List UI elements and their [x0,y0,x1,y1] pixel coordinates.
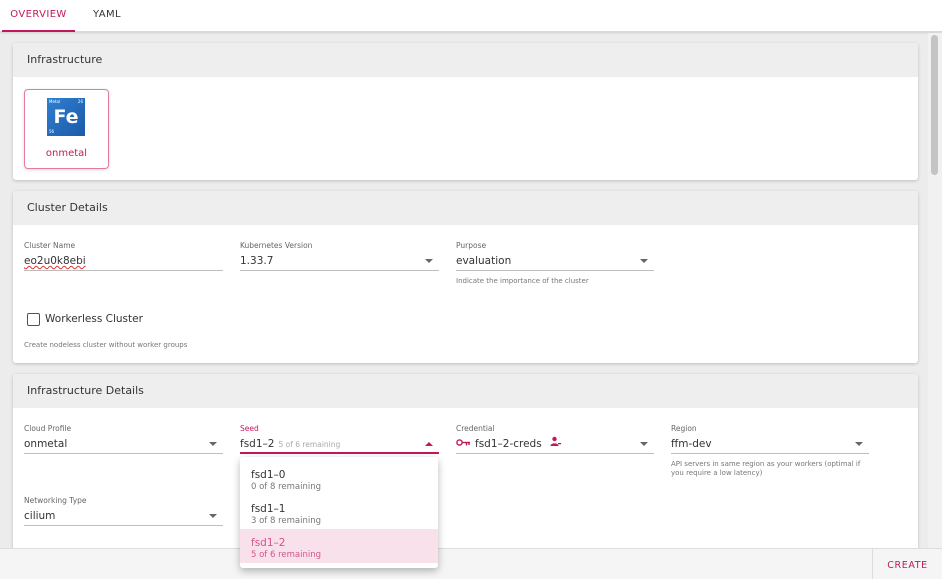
purpose-field: Purpose evaluation Indicate the importan… [456,241,654,286]
credential-label: Credential [456,424,495,433]
cloud-profile-label: Cloud Profile [24,424,72,433]
scrollbar-thumb[interactable] [931,35,938,175]
seed-dropdown-menu: fsd1–0 0 of 8 remaining fsd1–1 3 of 8 re… [240,457,438,568]
seed-option-remaining: 3 of 8 remaining [251,516,322,526]
kubernetes-version-value: 1.33.7 [240,255,274,267]
checkbox-box[interactable] [27,312,40,326]
infrastructure-details-card: Infrastructure Details Cloud Profile onm… [13,374,918,548]
onmetal-logo-icon: Metal 26 Fe 56 [47,98,85,136]
workerless-hint: Create nodeless cluster without worker g… [24,341,188,349]
provider-tile-onmetal[interactable]: Metal 26 Fe 56 onmetal [24,89,109,169]
credential-value: fsd1–2-creds [475,438,542,450]
chevron-down-icon [425,259,433,263]
chevron-down-icon [855,442,863,446]
cluster-name-label: Cluster Name [24,241,76,250]
cloud-profile-field: Cloud Profile onmetal [24,424,223,454]
cloud-profile-select[interactable]: onmetal [24,434,223,454]
cluster-name-value: eo2u0k8ebi [24,255,86,267]
seed-option-fsd1-0[interactable]: fsd1–0 0 of 8 remaining [240,461,438,495]
tab-yaml[interactable]: YAML [78,0,136,32]
region-field: Region ffm-dev API servers in same regio… [671,424,869,478]
infrastructure-card: Infrastructure Metal 26 Fe 56 onmetal [13,43,918,180]
credential-select[interactable]: fsd1–2-creds [456,434,654,454]
seed-select[interactable]: fsd1–2 5 of 6 remaining [240,434,439,454]
networking-type-select[interactable]: cilium [24,506,223,526]
purpose-hint: Indicate the importance of the cluster [456,277,589,285]
chevron-down-icon [209,442,217,446]
infrastructure-details-header: Infrastructure Details [13,374,918,408]
networking-type-field: Networking Type cilium [24,496,223,526]
chevron-down-icon [209,514,217,518]
region-hint: API servers in same region as your worke… [671,460,861,477]
chevron-down-icon [640,442,648,446]
seed-remaining-hint: 5 of 6 remaining [278,440,341,449]
seed-option-remaining: 0 of 8 remaining [251,482,322,492]
cluster-name-input[interactable]: eo2u0k8ebi [24,251,223,271]
infrastructure-header: Infrastructure [13,43,918,77]
footer-bar: CREATE [0,548,942,579]
cluster-details-card: Cluster Details Cluster Name eo2u0k8ebi … [13,191,918,363]
workerless-cluster-label: Workerless Cluster [45,313,143,325]
seed-option-remaining: 5 of 6 remaining [251,550,322,560]
networking-type-label: Networking Type [24,496,87,505]
key-icon [456,434,471,454]
purpose-value: evaluation [456,255,512,267]
main-content: Infrastructure Metal 26 Fe 56 onmetal Cl… [0,33,928,548]
cluster-details-header: Cluster Details [13,191,918,225]
workerless-cluster-checkbox[interactable]: Workerless Cluster [27,312,143,326]
cluster-name-field: Cluster Name eo2u0k8ebi [24,241,223,271]
kubernetes-version-select[interactable]: 1.33.7 [240,251,439,271]
purpose-label: Purpose [456,241,487,250]
credential-field: Credential fsd1–2-creds [456,424,654,454]
region-select[interactable]: ffm-dev [671,434,869,454]
seed-option-name: fsd1–2 [251,537,286,549]
create-button[interactable]: CREATE [873,549,942,579]
kubernetes-version-field: Kubernetes Version 1.33.7 [240,241,439,271]
seed-option-fsd1-1[interactable]: fsd1–1 3 of 8 remaining [240,495,438,529]
networking-type-value: cilium [24,510,56,522]
tab-bar: OVERVIEW YAML [0,0,942,32]
seed-option-fsd1-2[interactable]: fsd1–2 5 of 6 remaining [240,529,438,563]
seed-value: fsd1–2 [240,438,275,450]
cloud-profile-value: onmetal [24,438,68,450]
region-label: Region [671,424,697,433]
tab-overview[interactable]: OVERVIEW [2,0,75,32]
vertical-scrollbar[interactable] [928,33,942,548]
seed-label: Seed [240,424,259,433]
kubernetes-version-label: Kubernetes Version [240,241,313,250]
seed-option-name: fsd1–1 [251,503,286,515]
provider-label: onmetal [45,148,88,159]
chevron-up-icon [425,442,433,446]
seed-field: Seed fsd1–2 5 of 6 remaining [240,424,439,454]
seed-option-name: fsd1–0 [251,469,286,481]
region-value: ffm-dev [671,438,712,450]
user-key-icon [550,434,562,454]
purpose-select[interactable]: evaluation [456,251,654,271]
chevron-down-icon [640,259,648,263]
